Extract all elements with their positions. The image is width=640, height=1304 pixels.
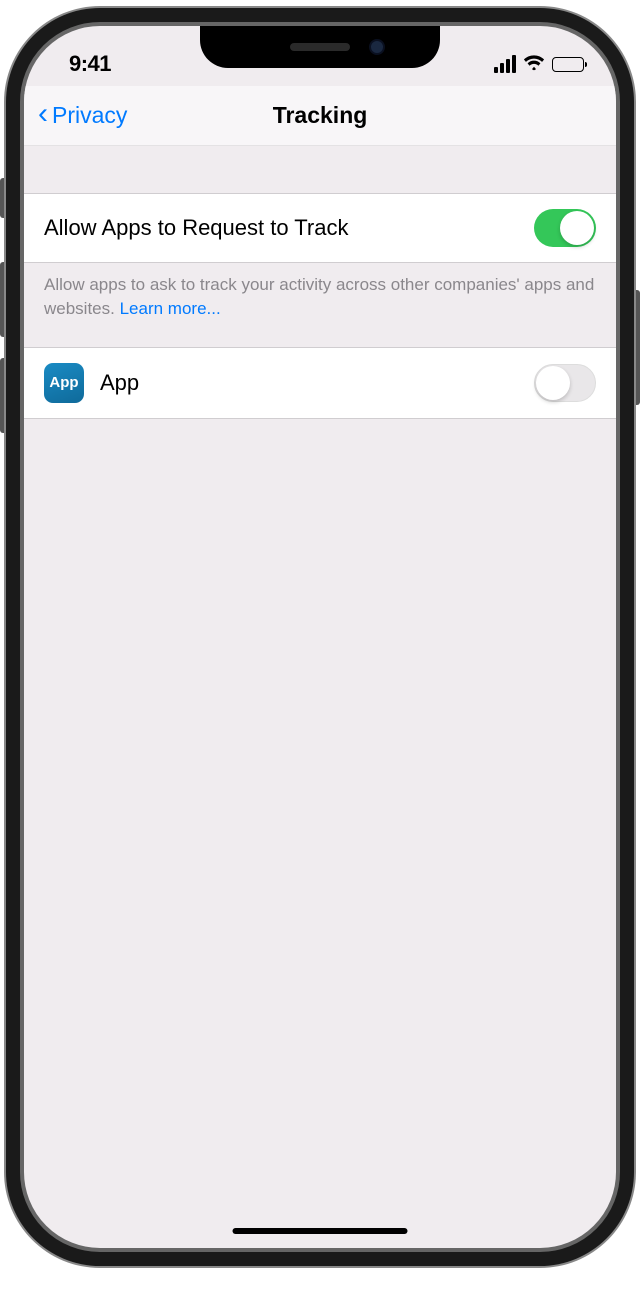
allow-tracking-row: Allow Apps to Request to Track	[24, 193, 616, 263]
battery-icon	[552, 57, 584, 72]
back-button[interactable]: ‹ Privacy	[24, 102, 127, 129]
allow-tracking-label: Allow Apps to Request to Track	[44, 215, 534, 241]
allow-tracking-toggle[interactable]	[534, 209, 596, 247]
app-name-label: App	[100, 370, 534, 396]
learn-more-link[interactable]: Learn more...	[120, 299, 221, 318]
app-icon: App	[44, 363, 84, 403]
navigation-bar: ‹ Privacy Tracking	[24, 86, 616, 146]
home-indicator[interactable]	[233, 1228, 408, 1234]
back-button-label: Privacy	[52, 102, 127, 129]
page-title: Tracking	[273, 102, 368, 129]
app-tracking-toggle[interactable]	[534, 364, 596, 402]
cellular-signal-icon	[494, 55, 516, 73]
status-time: 9:41	[69, 51, 111, 77]
chevron-left-icon: ‹	[38, 99, 48, 129]
wifi-icon	[523, 53, 545, 76]
tracking-description: Allow apps to ask to track your activity…	[24, 263, 616, 347]
app-row: App App	[24, 347, 616, 419]
device-notch	[200, 26, 440, 68]
